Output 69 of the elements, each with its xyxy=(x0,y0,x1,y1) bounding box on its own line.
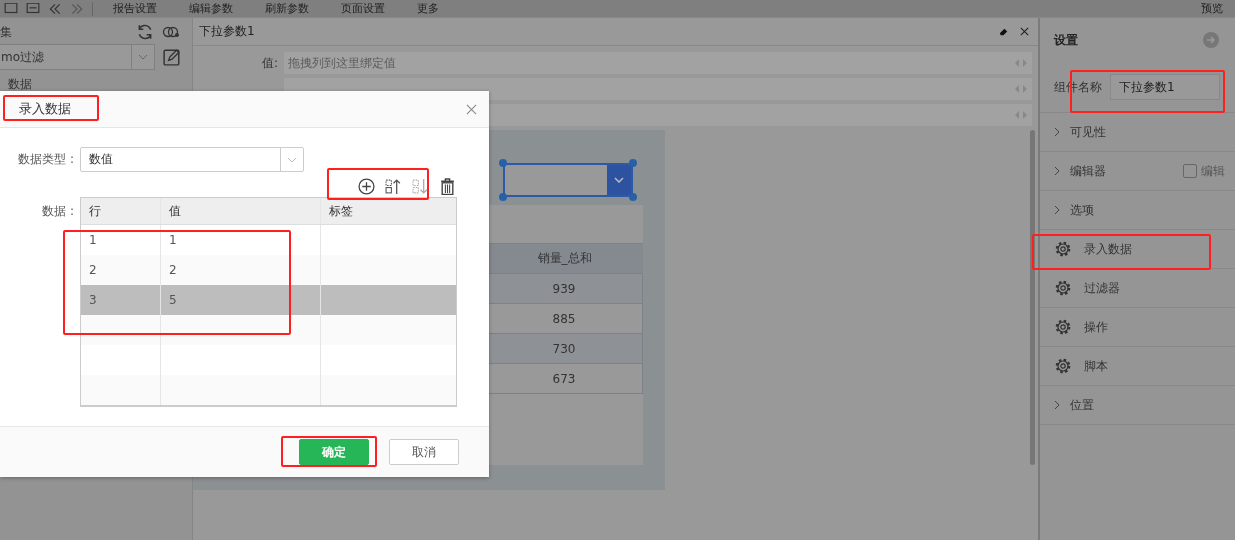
table-row[interactable]: 2 2 xyxy=(81,255,456,285)
caret-icon xyxy=(614,177,624,183)
document-icon[interactable] xyxy=(4,2,18,15)
refresh-icon[interactable] xyxy=(136,23,154,41)
settings-section[interactable]: 脚本 xyxy=(1040,347,1235,386)
last-page-icon[interactable] xyxy=(70,2,84,15)
binding-field[interactable] xyxy=(284,78,1032,100)
gear-icon xyxy=(1054,240,1072,258)
toolbar-menu[interactable]: 编辑参数 xyxy=(177,0,245,17)
gear-icon xyxy=(1054,318,1072,336)
eraser-icon[interactable] xyxy=(998,26,1009,37)
trash-icon[interactable] xyxy=(439,178,456,195)
editor-title: 下拉参数1 xyxy=(199,23,255,40)
toolbar-menu[interactable]: 刷新参数 xyxy=(253,0,321,17)
scrollbar[interactable] xyxy=(1030,130,1035,465)
resize-handle[interactable] xyxy=(629,159,637,167)
chevron-icon xyxy=(1054,205,1060,215)
settings-section[interactable]: 过滤器 xyxy=(1040,269,1235,308)
caret-icon xyxy=(138,54,148,60)
close-icon[interactable] xyxy=(466,103,477,115)
column-header: 标签 xyxy=(328,202,354,220)
toolbar-menu[interactable]: 更多 xyxy=(405,0,451,17)
gear-icon xyxy=(1054,279,1072,297)
chevron-icon xyxy=(1054,166,1060,176)
settings-section[interactable]: 位置 xyxy=(1040,386,1235,425)
resize-handle[interactable] xyxy=(499,193,507,201)
name-field[interactable]: 下拉参数1 xyxy=(1110,74,1220,100)
table-cell: 730 xyxy=(486,334,643,364)
confirm-button[interactable]: 确定 xyxy=(299,439,369,465)
document-icon[interactable] xyxy=(26,2,40,15)
preview-button[interactable]: 预览 xyxy=(1189,0,1235,17)
arrows-icon xyxy=(1014,111,1028,119)
binding-field[interactable]: 拖拽列到这里绑定值 xyxy=(284,52,1032,74)
panel-title: 集 xyxy=(0,23,13,41)
chevron-icon xyxy=(1054,400,1060,410)
table-cell: 939 xyxy=(486,274,643,304)
settings-section[interactable]: 可见性 xyxy=(1040,113,1235,152)
column-header: 值 xyxy=(161,198,321,224)
move-down-icon[interactable] xyxy=(412,178,429,195)
edit-icon[interactable] xyxy=(163,48,181,66)
toolbar-menu[interactable]: 页面设置 xyxy=(329,0,397,17)
arrows-icon xyxy=(1014,59,1028,67)
gear-icon xyxy=(1054,357,1072,375)
settings-section[interactable]: 选项 xyxy=(1040,191,1235,230)
dialog-title: 录入数据 xyxy=(19,100,71,118)
chevron-icon xyxy=(1054,127,1060,137)
resize-handle[interactable] xyxy=(499,159,507,167)
add-icon[interactable] xyxy=(358,178,375,195)
table-row[interactable]: 3 5 xyxy=(81,285,456,315)
dropdown-field[interactable] xyxy=(503,163,633,197)
cancel-button[interactable]: 取消 xyxy=(389,439,459,465)
panel-title: 设置 xyxy=(1054,31,1079,49)
field-label: 数据 : xyxy=(41,203,74,220)
dataset-select[interactable]: mo过滤 xyxy=(0,44,155,70)
caret-icon xyxy=(287,156,297,163)
binding-label: 值: xyxy=(260,54,278,72)
settings-section[interactable]: 操作 xyxy=(1040,308,1235,347)
panel-tab[interactable]: 数据 xyxy=(8,76,32,93)
arrows-icon xyxy=(1014,85,1028,93)
column-header: 行 xyxy=(81,198,161,224)
toolbar-menu[interactable]: 报告设置 xyxy=(101,0,169,17)
settings-section[interactable]: 录入数据 xyxy=(1040,230,1235,269)
column-header: 销量_总和 xyxy=(486,243,643,274)
close-icon[interactable] xyxy=(1019,26,1030,37)
move-up-icon[interactable] xyxy=(385,178,402,195)
field-label: 数据类型 : xyxy=(17,151,74,168)
type-select[interactable]: 数值 xyxy=(80,147,304,172)
resize-handle[interactable] xyxy=(629,193,637,201)
first-page-icon[interactable] xyxy=(48,2,62,15)
